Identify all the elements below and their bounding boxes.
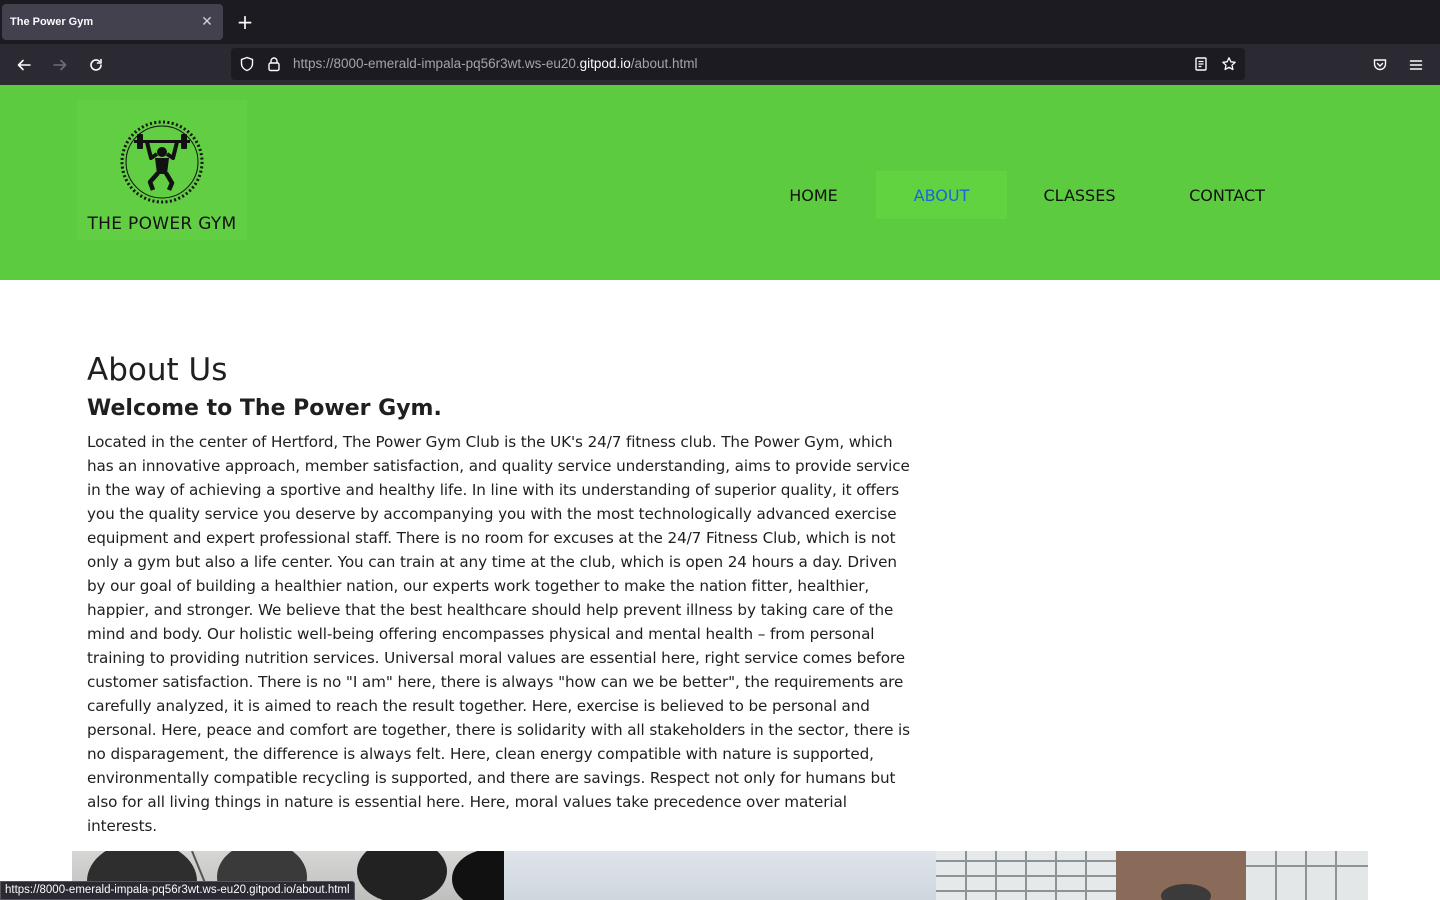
nav-contact[interactable]: CONTACT	[1172, 171, 1282, 219]
lock-icon[interactable]	[265, 55, 283, 73]
about-paragraph: Located in the center of Hertford, The P…	[87, 433, 910, 835]
menu-icon[interactable]	[1403, 52, 1429, 78]
nav-about[interactable]: ABOUT	[876, 171, 1007, 219]
shield-icon[interactable]	[238, 55, 256, 73]
link-status-tooltip: https://8000-emerald-impala-pq56r3wt.ws-…	[0, 881, 355, 900]
url-host: gitpod.io	[579, 56, 631, 71]
window-gym-photo	[936, 851, 1368, 900]
browser-toolbar: https://8000-emerald-impala-pq56r3wt.ws-…	[0, 44, 1440, 85]
forward-icon[interactable]	[47, 52, 73, 78]
url-prefix: https://8000-emerald-impala-pq56r3wt.ws-…	[293, 56, 580, 71]
reload-icon[interactable]	[83, 52, 109, 78]
bookmark-star-icon[interactable]	[1220, 55, 1238, 73]
nav-home[interactable]: HOME	[773, 171, 854, 219]
pocket-icon[interactable]	[1367, 52, 1393, 78]
tab-title: The Power Gym	[10, 16, 94, 28]
about-section: About Us Welcome to The Power Gym. Locat…	[87, 350, 917, 838]
nav-classes[interactable]: CLASSES	[1027, 171, 1132, 219]
address-bar[interactable]: https://8000-emerald-impala-pq56r3wt.ws-…	[231, 48, 1245, 80]
gallery-image-weights	[936, 851, 1368, 900]
site-logo[interactable]: THE POWER GYM	[77, 100, 247, 240]
url-text[interactable]: https://8000-emerald-impala-pq56r3wt.ws-…	[293, 56, 698, 71]
close-tab-icon[interactable]: ✕	[199, 14, 215, 30]
back-icon[interactable]	[11, 52, 37, 78]
site-header: THE POWER GYM HOME ABOUT CLASSES CONTACT	[0, 85, 1440, 280]
browser-tab[interactable]: The Power Gym ✕	[2, 4, 223, 40]
new-tab-icon[interactable]: +	[234, 11, 256, 33]
browser-tab-bar: The Power Gym ✕ +	[0, 0, 1440, 44]
main-nav: HOME ABOUT CLASSES CONTACT	[0, 171, 1440, 219]
reader-view-icon[interactable]	[1192, 55, 1210, 73]
page-title: About Us	[87, 352, 228, 388]
page-subtitle: Welcome to The Power Gym.	[87, 396, 442, 421]
gallery-image-studio	[504, 851, 936, 900]
url-path: /about.html	[630, 56, 698, 71]
